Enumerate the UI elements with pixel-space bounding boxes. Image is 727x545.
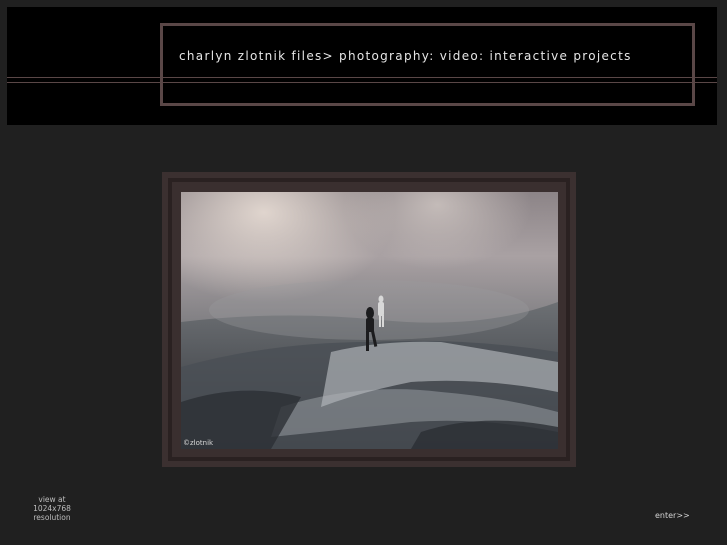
header-banner: charlyn zlotnik files> photography: vide… — [7, 7, 717, 125]
photo-desert-dust-runners-icon — [181, 192, 558, 449]
title-box: charlyn zlotnik files> photography: vide… — [160, 23, 695, 106]
page: charlyn zlotnik files> photography: vide… — [0, 0, 727, 545]
photo-credit: ©zlotnik — [183, 439, 214, 447]
enter-link[interactable]: enter>> — [655, 511, 690, 520]
featured-photo: ©zlotnik — [181, 192, 558, 449]
resolution-note-line2: 1024x768 — [33, 504, 71, 513]
resolution-note: view at 1024x768 resolution — [24, 495, 80, 522]
resolution-note-line1: view at — [38, 495, 66, 504]
resolution-note-line3: resolution — [33, 513, 71, 522]
site-title: charlyn zlotnik files> photography: vide… — [179, 49, 632, 63]
photo-frame: ©zlotnik — [162, 172, 576, 467]
